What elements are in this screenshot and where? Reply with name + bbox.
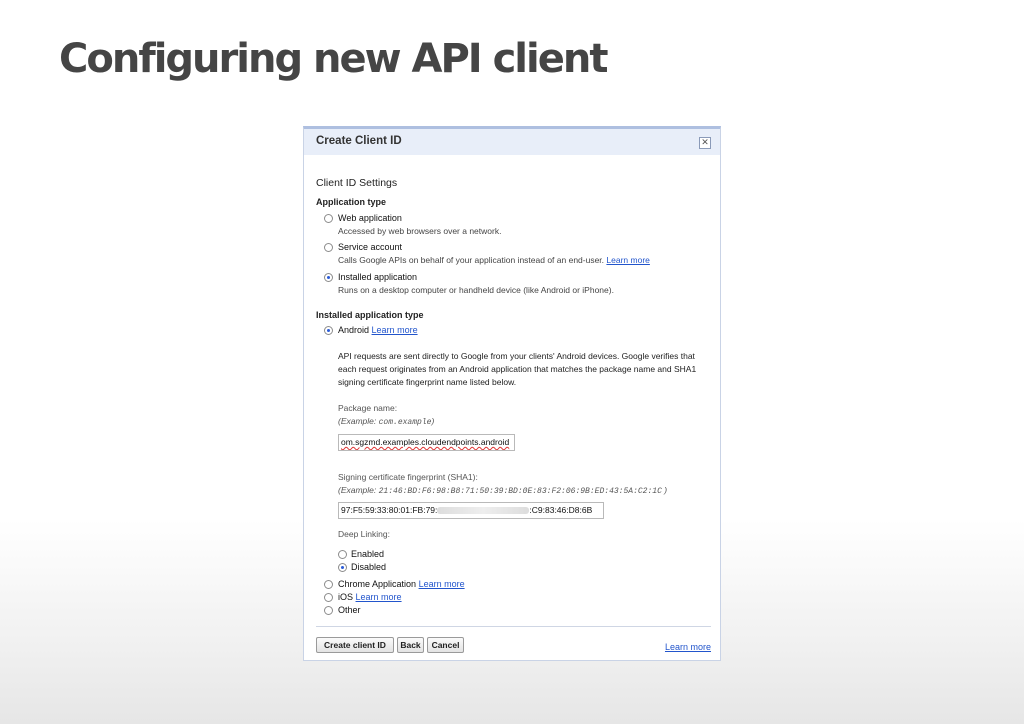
ios-option: iOS Learn more bbox=[338, 592, 402, 602]
chrome-application-radio[interactable] bbox=[324, 580, 333, 589]
web-application-label[interactable]: Web application bbox=[338, 213, 402, 223]
installed-application-radio[interactable] bbox=[324, 273, 333, 282]
service-account-desc-text: Calls Google APIs on behalf of your appl… bbox=[338, 255, 605, 265]
chrome-application-label[interactable]: Chrome Application bbox=[338, 579, 416, 589]
deep-linking-enabled-label[interactable]: Enabled bbox=[351, 549, 384, 559]
chrome-application-option: Chrome Application Learn more bbox=[338, 579, 465, 589]
web-application-radio[interactable] bbox=[324, 214, 333, 223]
application-type-heading: Application type bbox=[316, 197, 387, 207]
sha1-value-end: :C9:83:46:D8:6B bbox=[529, 505, 593, 515]
example-suffix: ) bbox=[431, 416, 435, 426]
package-name-label: Package name: bbox=[338, 403, 398, 413]
android-option: Android Learn more bbox=[338, 325, 418, 335]
dialog-title: Create Client ID bbox=[316, 135, 402, 147]
footer-learn-more-link[interactable]: Learn more bbox=[665, 642, 711, 652]
installed-application-type-heading: Installed application type bbox=[316, 310, 424, 320]
deep-linking-disabled-label[interactable]: Disabled bbox=[351, 562, 386, 572]
service-account-label[interactable]: Service account bbox=[338, 242, 402, 252]
example-suffix: ) bbox=[664, 485, 668, 495]
dialog-header: Create Client ID ✕ bbox=[304, 129, 720, 155]
android-radio[interactable] bbox=[324, 326, 333, 335]
service-account-learn-more-link[interactable]: Learn more bbox=[606, 255, 649, 265]
package-name-example: (Example: com.example) bbox=[338, 416, 434, 427]
back-button[interactable]: Back bbox=[397, 637, 424, 653]
other-radio[interactable] bbox=[324, 606, 333, 615]
example-prefix: (Example: bbox=[338, 485, 379, 495]
service-account-desc: Calls Google APIs on behalf of your appl… bbox=[338, 255, 650, 265]
web-application-desc: Accessed by web browsers over a network. bbox=[338, 226, 502, 236]
sha1-input[interactable]: 97:F5:59:33:80:01:FB:79: :C9:83:46:D8:6B bbox=[338, 502, 604, 519]
ios-label[interactable]: iOS bbox=[338, 592, 353, 602]
installed-application-label[interactable]: Installed application bbox=[338, 272, 417, 282]
redacted-segment bbox=[437, 507, 530, 515]
create-client-id-dialog: Create Client ID ✕ Client ID Settings Ap… bbox=[303, 126, 721, 661]
sha1-label: Signing certificate fingerprint (SHA1): bbox=[338, 472, 478, 482]
android-learn-more-link[interactable]: Learn more bbox=[372, 325, 418, 335]
ios-learn-more-link[interactable]: Learn more bbox=[356, 592, 402, 602]
close-icon[interactable]: ✕ bbox=[699, 137, 711, 149]
cancel-button[interactable]: Cancel bbox=[427, 637, 464, 653]
section-title: Client ID Settings bbox=[316, 177, 398, 189]
footer-divider bbox=[316, 626, 711, 627]
sha1-value-start: 97:F5:59:33:80:01:FB:79: bbox=[341, 505, 438, 515]
other-label[interactable]: Other bbox=[338, 605, 361, 615]
android-label[interactable]: Android bbox=[338, 325, 369, 335]
ios-radio[interactable] bbox=[324, 593, 333, 602]
service-account-radio[interactable] bbox=[324, 243, 333, 252]
example-value: 21:46:BD:F6:98:B8:71:50:39:BD:0E:83:F2:0… bbox=[378, 487, 662, 496]
deep-linking-disabled-radio[interactable] bbox=[338, 563, 347, 572]
package-name-value: om.sgzmd.examples.cloudendpoints.android bbox=[341, 437, 510, 447]
example-value: com.example bbox=[378, 418, 432, 427]
create-client-id-button[interactable]: Create client ID bbox=[316, 637, 394, 653]
deep-linking-label: Deep Linking: bbox=[338, 529, 390, 539]
package-name-input[interactable]: om.sgzmd.examples.cloudendpoints.android bbox=[338, 434, 515, 451]
chrome-learn-more-link[interactable]: Learn more bbox=[419, 579, 465, 589]
slide-title: Configuring new API client bbox=[59, 36, 608, 82]
installed-application-desc: Runs on a desktop computer or handheld d… bbox=[338, 285, 614, 295]
android-description: API requests are sent directly to Google… bbox=[338, 351, 697, 387]
sha1-example: (Example: 21:46:BD:F6:98:B8:71:50:39:BD:… bbox=[338, 485, 667, 496]
deep-linking-enabled-radio[interactable] bbox=[338, 550, 347, 559]
example-prefix: (Example: bbox=[338, 416, 379, 426]
